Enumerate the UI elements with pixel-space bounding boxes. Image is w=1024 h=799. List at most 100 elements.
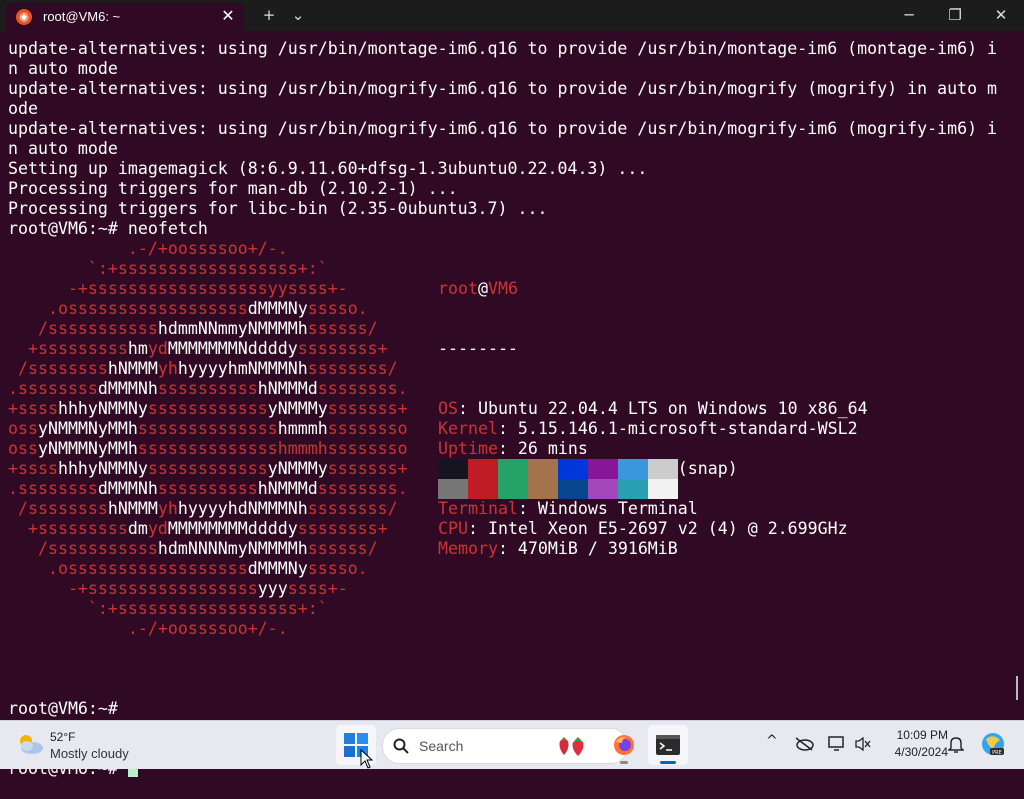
ascii-art-line: /ssssssssssshdmNNNNmyNMMMMhssssss/: [8, 539, 408, 559]
ascii-art-segment: yNMMMNyMMh: [37, 439, 138, 458]
ascii-art-segment: ssssssss.: [317, 479, 408, 498]
color-swatch: [558, 459, 588, 479]
ascii-art-line: `:+ssssssssssssssssss+:`: [8, 259, 408, 279]
color-swatch: [468, 459, 498, 479]
ascii-art-segment: hdmmNNmmyNMMMMh: [157, 319, 308, 338]
minimize-button[interactable]: ─: [894, 2, 924, 28]
ascii-art-segment: `:+ssssssssssssssssss+:`: [8, 599, 328, 618]
ascii-art-segment: hhhyNMMNy: [57, 399, 148, 418]
onedrive-offline-icon[interactable]: [794, 737, 814, 751]
ascii-art-segment: dMMMNh: [97, 479, 158, 498]
weather-widget[interactable]: 52°F Mostly cloudy: [14, 727, 134, 763]
color-swatch: [498, 459, 528, 479]
taskbar: 52°F Mostly cloudy Search ^ 10:09 PM 4/3…: [0, 720, 1024, 769]
running-indicator: [620, 761, 628, 764]
color-swatch: [528, 479, 558, 499]
start-button[interactable]: [336, 725, 376, 769]
title-bar: ◉ root@VM6: ~ ✕ + ⌄ ─ ❐ ✕: [0, 0, 1024, 31]
system-clock[interactable]: 10:09 PM 4/30/2024: [878, 727, 948, 761]
info-field-memory: Memory: 470MiB / 3916MiB: [438, 539, 868, 559]
ascii-art-segment: +ssss: [8, 399, 58, 418]
ascii-art-segment: sssso.: [307, 299, 368, 318]
info-key: Memory: [438, 539, 498, 558]
cloud-sun-icon: [20, 735, 43, 754]
ascii-art-segment: -+ssssssssssssssssssyyssss+-: [8, 279, 348, 298]
ascii-art-line: ossyNMMMNyMMhsssssssssssssshmmmhssssssso: [8, 439, 408, 459]
copilot-icon[interactable]: PRE: [980, 731, 1006, 757]
ascii-art-segment: hyyyyhmNMMMNh: [177, 359, 308, 378]
notification-bell-icon[interactable]: [948, 735, 964, 753]
info-key: Terminal: [438, 499, 518, 518]
ascii-art-segment: ssssssss/: [307, 359, 398, 378]
info-key: CPU: [438, 519, 468, 538]
ascii-art-segment: ssssssssssss: [147, 459, 268, 478]
display-icon[interactable]: [828, 736, 846, 752]
terminal-line: update-alternatives: using /usr/bin/mogr…: [8, 79, 998, 98]
ascii-art-segment: yh: [157, 499, 178, 518]
ascii-art-segment: ssssss/: [307, 539, 378, 558]
terminal-line: n auto mode: [8, 139, 118, 158]
ascii-art-segment: dm: [127, 519, 148, 538]
ascii-art-line: .ssssssssdMMMNhsssssssssshNMMMdssssssss.: [8, 379, 408, 399]
ascii-art-segment: oss: [8, 419, 38, 438]
volume-muted-icon[interactable]: [854, 736, 872, 752]
color-swatch: [588, 479, 618, 499]
ascii-art-line: -+sssssssssssssssssyyyssss+-: [8, 579, 408, 599]
maximize-button[interactable]: ❐: [940, 2, 970, 28]
new-tab-button[interactable]: +: [258, 2, 280, 28]
ascii-art-segment: .ssssssss: [8, 379, 98, 398]
ascii-art-segment: sssso.: [307, 559, 368, 578]
ascii-art-segment: dMMMNh: [97, 379, 158, 398]
close-window-button[interactable]: ✕: [986, 2, 1016, 28]
tab-root-vm6[interactable]: ◉ root@VM6: ~ ✕: [6, 3, 244, 31]
tab-close-button[interactable]: ✕: [218, 6, 238, 26]
terminal-icon: [656, 735, 680, 755]
terminal-line: Processing triggers for libc-bin (2.35-0…: [8, 199, 548, 218]
ascii-art-segment: .ossssssssssssssssss: [8, 299, 248, 318]
ascii-art-segment: yNMMMNyMMh: [37, 419, 138, 438]
info-value: : 26 mins: [497, 439, 588, 458]
ascii-art-segment: +sssssssss: [8, 339, 128, 358]
ascii-art-segment: ssssssss+: [297, 339, 388, 358]
ascii-art-segment: ssssssso: [327, 419, 408, 438]
tray-chevron-icon[interactable]: ^: [766, 733, 778, 749]
ascii-art-segment: yyy: [257, 579, 288, 598]
ascii-art-segment: sssssss+: [327, 459, 408, 478]
terminal-line: update-alternatives: using /usr/bin/mogr…: [8, 119, 998, 138]
color-swatch: [468, 479, 498, 499]
color-palette: [438, 459, 678, 499]
clock-date: 4/30/2024: [894, 745, 948, 759]
ascii-art-line: /sssssssshNMMMyhhyyyyhdNMMMNhssssssss/: [8, 499, 408, 519]
terminal-line: Processing triggers for man-db (2.10.2-1…: [8, 179, 458, 198]
taskbar-search[interactable]: Search: [382, 728, 628, 764]
ascii-art-segment: .-/+oossssoo+/-.: [8, 619, 288, 638]
ascii-art-segment: ssssssssssssss: [137, 419, 278, 438]
terminal-output[interactable]: update-alternatives: using /usr/bin/mont…: [8, 39, 1018, 239]
color-swatch: [618, 459, 648, 479]
ascii-art-line: .-/+oossssoo+/-.: [8, 619, 408, 639]
ascii-art-segment: yNMMMy: [267, 399, 328, 418]
ascii-art-segment: hm: [127, 339, 148, 358]
ascii-art-segment: ssssssssss: [157, 379, 258, 398]
ascii-art-segment: hNMMM: [107, 359, 158, 378]
ascii-art-segment: .-/+oossssoo+/-.: [8, 239, 288, 258]
ascii-art-segment: sssssss+: [327, 399, 408, 418]
system-info: root@VM6 -------- OS: Ubuntu 22.04.4 LTS…: [438, 239, 868, 599]
ascii-art-segment: ssssssssssss: [147, 399, 268, 418]
active-indicator: [660, 761, 676, 764]
ascii-art-segment: hdmNNNNmyNMMMMh: [157, 539, 308, 558]
color-swatch: [438, 479, 468, 499]
scrollbar-thumb[interactable]: [1016, 676, 1018, 700]
user-name: root: [438, 279, 478, 298]
firefox-taskbar-button[interactable]: [604, 725, 644, 765]
info-field-os: OS: Ubuntu 22.04.4 LTS on Windows 10 x86…: [438, 399, 868, 419]
ascii-art-segment: hNMMMd: [257, 379, 318, 398]
terminal-taskbar-button[interactable]: [648, 725, 688, 765]
color-swatch: [648, 479, 678, 499]
ascii-art-line: -+ssssssssssssssssssyyssss+-: [8, 279, 408, 299]
firefox-icon: [614, 735, 634, 755]
info-value: : Ubuntu 22.04.4 LTS on Windows 10 x86_6…: [457, 399, 868, 418]
color-swatch: [438, 459, 468, 479]
color-swatch: [528, 459, 558, 479]
dropdown-chevron-icon[interactable]: ⌄: [288, 2, 308, 28]
